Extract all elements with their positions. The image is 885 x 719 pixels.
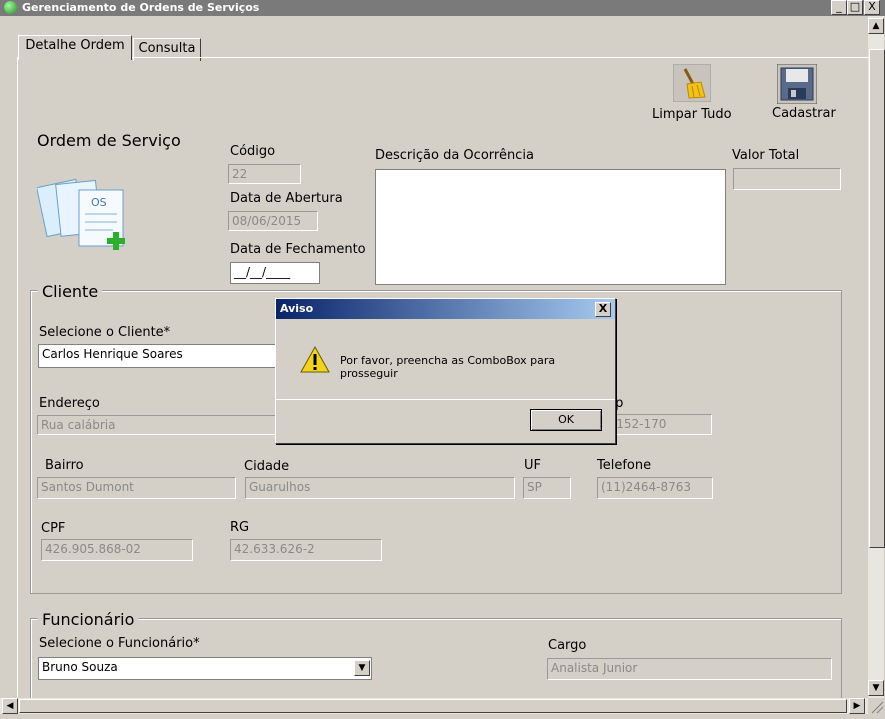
description-textarea[interactable] — [375, 169, 726, 285]
code-label: Código — [230, 144, 276, 159]
dialog-titlebar: Aviso X — [276, 299, 615, 319]
h-scrollbar-thumb[interactable] — [19, 699, 847, 713]
cpf-label: CPF — [41, 521, 66, 536]
ok-button[interactable]: OK — [530, 409, 602, 431]
city-label: Cidade — [244, 459, 290, 474]
scroll-left-icon[interactable]: ◀ — [2, 698, 18, 714]
scroll-up-icon[interactable]: ▲ — [868, 18, 884, 34]
employee-select-label: Selecione o Funcionário* — [39, 636, 200, 651]
section-title: Ordem de Serviço — [37, 131, 181, 150]
city-field: Guarulhos — [245, 477, 515, 499]
phone-label: Telefone — [597, 458, 652, 473]
client-select-label: Selecione o Cliente* — [39, 325, 171, 340]
employee-combobox[interactable]: Bruno Souza ▼ — [38, 657, 372, 680]
client-combobox[interactable]: Carlos Henrique Soares — [38, 344, 288, 368]
address-label: Endereço — [39, 396, 100, 411]
cpf-field: 426.905.868-02 — [41, 539, 193, 561]
neighborhood-label: Bairro — [45, 458, 84, 473]
resize-grip[interactable] — [868, 698, 885, 715]
close-date-input[interactable]: __/__/____ — [230, 262, 320, 284]
save-button[interactable] — [776, 63, 818, 105]
description-label: Descrição da Ocorrência — [375, 148, 534, 163]
rg-field: 42.633.626-2 — [230, 539, 382, 561]
role-field: Analista Junior — [547, 658, 832, 680]
broom-icon — [672, 63, 712, 103]
svg-text:OS: OS — [91, 196, 107, 209]
vertical-scrollbar[interactable]: ▲ ▼ — [868, 16, 885, 698]
tab-label: Consulta — [138, 41, 196, 56]
maximize-button[interactable]: □ — [847, 0, 863, 15]
alert-dialog: Aviso X Por favor, preencha as ComboBox … — [275, 298, 616, 444]
resize-grip-icon — [871, 701, 884, 714]
scroll-down-icon[interactable]: ▼ — [868, 680, 884, 696]
documents-icon: OS — [36, 170, 129, 255]
dialog-title: Aviso — [280, 302, 314, 315]
scrollbar-thumb[interactable] — [869, 49, 885, 548]
total-field — [733, 168, 841, 190]
app-icon — [4, 1, 17, 14]
phone-field: (11)2464-8763 — [597, 477, 713, 499]
close-date-label: Data de Fechamento — [230, 242, 366, 257]
client-legend: Cliente — [38, 282, 103, 301]
uf-label: UF — [524, 458, 541, 473]
chevron-down-icon[interactable]: ▼ — [354, 660, 370, 676]
close-button[interactable]: X — [864, 0, 880, 15]
window-titlebar: Gerenciamento de Ordens de Serviços _ □ … — [0, 0, 885, 16]
tab-detalhe-ordem[interactable]: Detalhe Ordem — [18, 35, 132, 60]
floppy-disk-icon — [776, 63, 818, 105]
save-label: Cadastrar — [772, 106, 836, 121]
clear-all-label: Limpar Tudo — [652, 107, 732, 122]
open-date-field: 08/06/2015 — [228, 211, 318, 231]
minimize-button[interactable]: _ — [831, 0, 847, 15]
neighborhood-field: Santos Dumont — [37, 477, 236, 499]
address-field: Rua calábria — [37, 415, 287, 435]
warning-icon — [300, 345, 330, 377]
role-label: Cargo — [548, 638, 587, 653]
employee-legend: Funcionário — [38, 610, 139, 629]
dialog-close-button[interactable]: X — [595, 302, 611, 317]
tab-label: Detalhe Ordem — [25, 38, 125, 53]
total-label: Valor Total — [732, 148, 800, 163]
open-date-label: Data de Abertura — [230, 191, 343, 206]
clear-all-button[interactable] — [672, 63, 712, 103]
dialog-message: Por favor, preencha as ComboBox para pro… — [340, 354, 556, 380]
horizontal-scrollbar[interactable]: ◀ ▶ — [0, 698, 868, 714]
code-field: 22 — [228, 164, 301, 184]
scroll-right-icon[interactable]: ▶ — [849, 698, 865, 714]
rg-label: RG — [230, 520, 250, 535]
employee-combobox-value: Bruno Souza — [42, 660, 118, 674]
window-title: Gerenciamento de Ordens de Serviços — [22, 1, 260, 14]
uf-field: SP — [523, 477, 571, 499]
dialog-divider — [276, 399, 615, 400]
